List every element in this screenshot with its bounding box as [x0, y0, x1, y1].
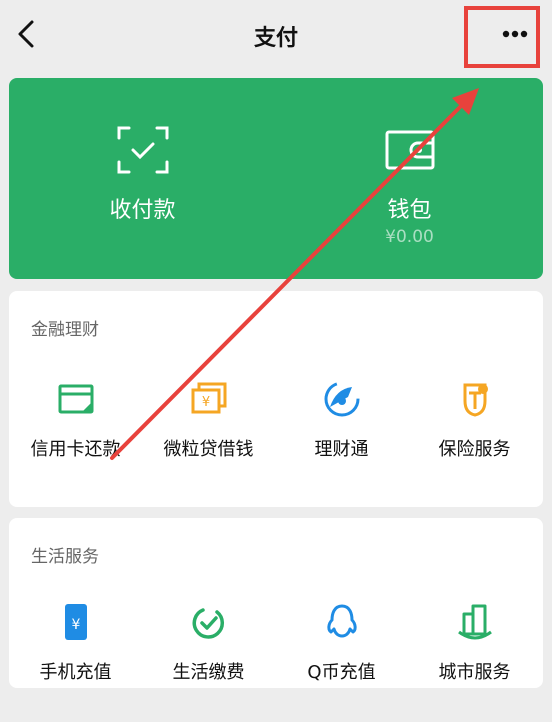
finance-section: 金融理财 信用卡还款 ¥ 微粒贷借钱 理财通 保险服务: [9, 291, 543, 507]
loan-label: 微粒贷借钱: [163, 439, 254, 460]
life-services-section: 生活服务 ¥ 手机充值 生活缴费 Q币充值 城市服务: [9, 518, 543, 688]
utility-bill-label: 生活缴费: [172, 662, 245, 683]
qq-coin-icon: [326, 604, 357, 638]
scan-pay-icon: [117, 126, 168, 174]
insurance-label: 保险服务: [438, 439, 511, 460]
wallet-button[interactable]: 钱包 ¥0.00: [276, 78, 543, 279]
city-service-button[interactable]: 城市服务: [408, 602, 541, 722]
svg-text:¥: ¥: [201, 395, 209, 410]
loan-icon: ¥: [191, 382, 226, 414]
loan-button[interactable]: ¥ 微粒贷借钱: [142, 379, 275, 499]
receive-pay-button[interactable]: 收付款: [9, 78, 276, 279]
insurance-button[interactable]: 保险服务: [408, 379, 541, 499]
phone-topup-label: 手机充值: [39, 662, 112, 683]
wealth-label: 理财通: [314, 439, 369, 460]
finance-section-title: 金融理财: [31, 320, 99, 340]
wealth-button[interactable]: 理财通: [275, 379, 408, 499]
city-service-icon: [457, 604, 492, 640]
utility-bill-icon: [192, 608, 224, 639]
receive-pay-label: 收付款: [109, 198, 176, 223]
wallet-icon: [385, 130, 434, 170]
insurance-icon: [463, 383, 488, 417]
pay-card: 收付款 钱包 ¥0.00: [9, 78, 543, 279]
phone-topup-button[interactable]: ¥ 手机充值: [9, 602, 142, 722]
utility-bill-button[interactable]: 生活缴费: [142, 602, 275, 722]
svg-text:¥: ¥: [71, 617, 80, 633]
credit-card-icon: [58, 384, 93, 414]
wallet-balance: ¥0.00: [385, 227, 434, 247]
phone-topup-icon: ¥: [64, 604, 87, 640]
qq-coin-label: Q币充值: [307, 662, 376, 683]
qq-coin-button[interactable]: Q币充值: [275, 602, 408, 722]
life-services-title: 生活服务: [31, 547, 99, 567]
credit-card-repay-label: 信用卡还款: [30, 439, 121, 460]
wallet-label: 钱包: [387, 198, 432, 223]
wealth-icon: [324, 381, 359, 417]
city-service-label: 城市服务: [438, 662, 511, 683]
annotation-highlight-box: [464, 6, 540, 68]
credit-card-repay-button[interactable]: 信用卡还款: [9, 379, 142, 499]
